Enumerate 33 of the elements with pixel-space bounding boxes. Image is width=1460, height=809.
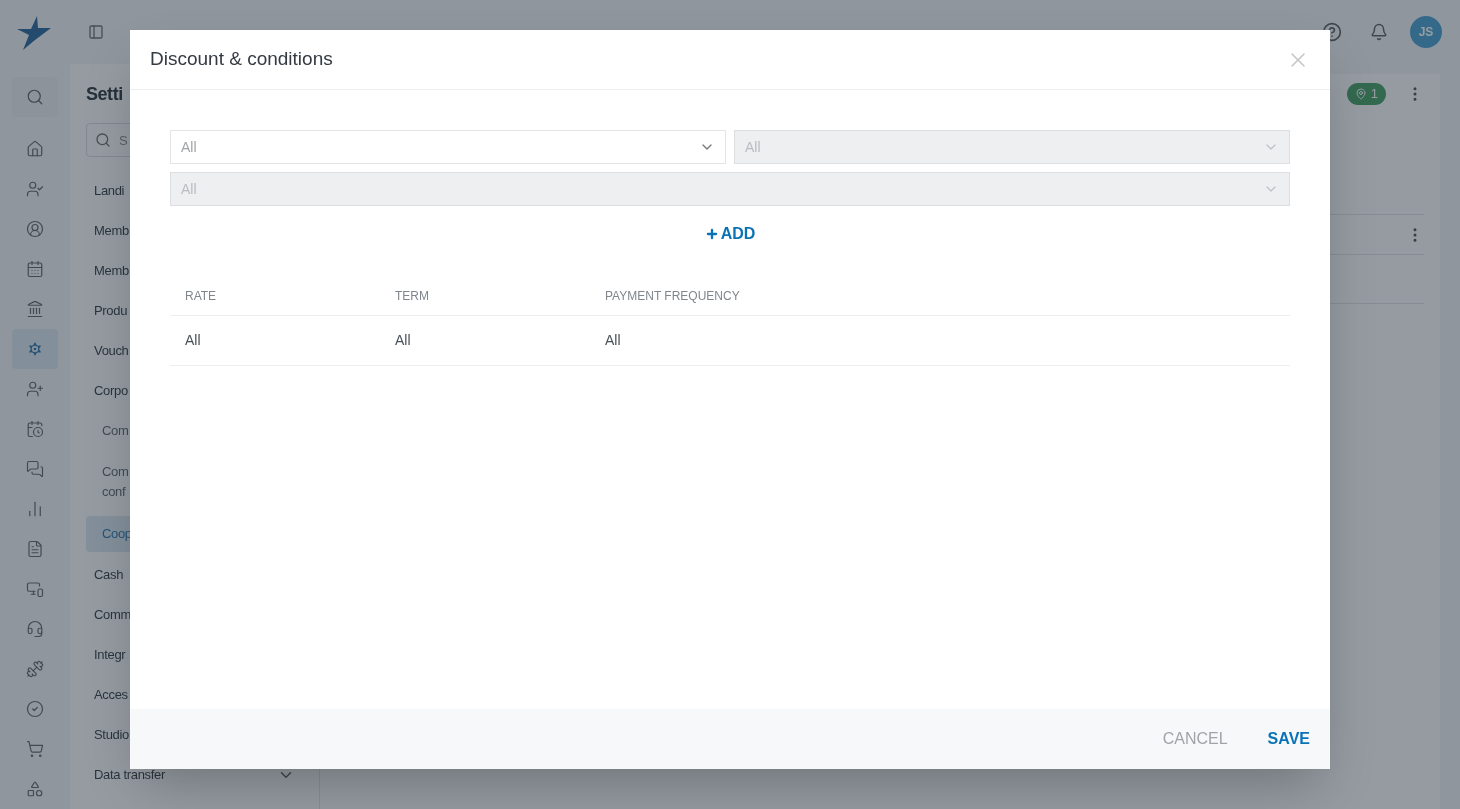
plus-icon — [704, 227, 719, 241]
nav-item[interactable]: Integr — [86, 635, 126, 675]
nav-item[interactable]: Data transfer — [86, 755, 165, 795]
table-cell-text: All — [395, 331, 412, 350]
panel-toggle-icon[interactable] — [88, 24, 104, 40]
column-header: RATE — [185, 287, 218, 305]
nav-item[interactable]: Corpo — [86, 371, 128, 411]
column-header: PAYMENT FREQUENCY — [605, 287, 741, 305]
nav-item[interactable]: Cash — [86, 555, 124, 595]
search-icon — [95, 132, 111, 148]
add-button[interactable]: ADD — [704, 222, 756, 246]
pin-icon — [1354, 88, 1367, 100]
search-icon[interactable] — [12, 77, 58, 117]
table-cell-text: All — [185, 331, 202, 350]
settings-icon[interactable] — [12, 329, 58, 369]
star-logo-icon — [17, 15, 53, 50]
nav-item[interactable]: Memb — [86, 251, 129, 291]
location-count-badge[interactable]: 1 — [1346, 83, 1386, 105]
nav-item[interactable]: Produ — [86, 291, 128, 331]
select-field[interactable]: All — [170, 130, 726, 164]
cancel-button[interactable]: CANCEL — [1162, 727, 1228, 751]
nav-item[interactable]: Landi — [86, 171, 125, 211]
nav-item[interactable]: Studio — [86, 715, 129, 755]
nav-item[interactable]: Memb — [86, 211, 129, 251]
nav-item[interactable]: Vouch — [86, 331, 129, 371]
column-header: TERM — [395, 287, 430, 305]
nav-item[interactable]: Acces — [86, 675, 128, 715]
dialog-title: Discount & conditions — [150, 47, 333, 72]
save-button[interactable]: SAVE — [1267, 727, 1310, 751]
table-cell-text: All — [605, 331, 622, 350]
notification-bell-icon[interactable] — [1370, 23, 1388, 41]
settings-title: Setti — [86, 83, 124, 106]
nav-item[interactable]: Comm — [86, 595, 131, 635]
